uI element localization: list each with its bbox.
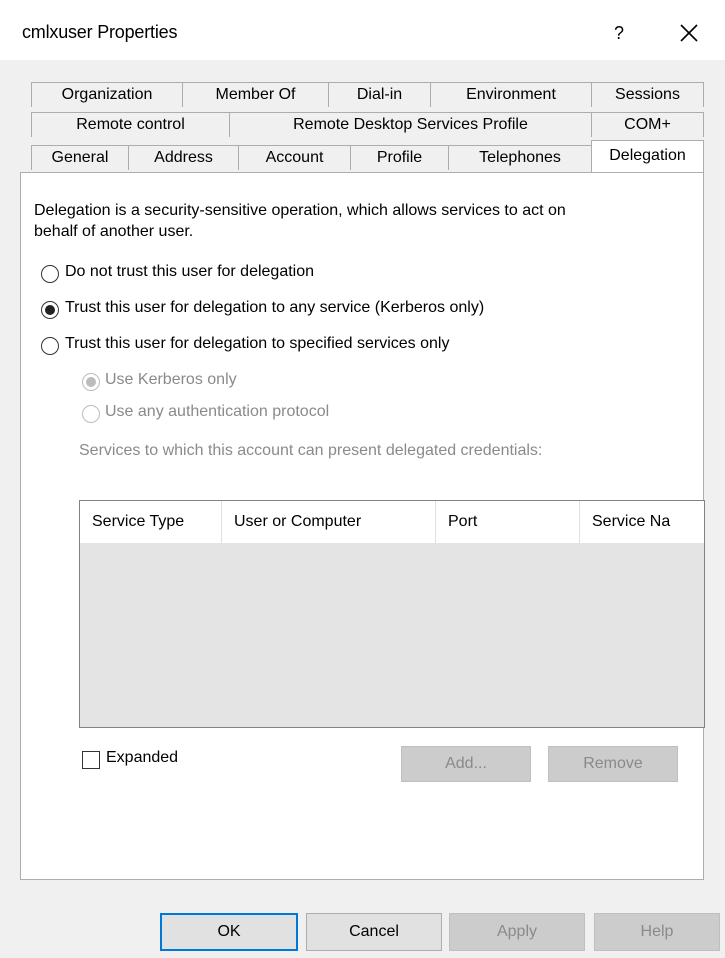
services-label: Services to which this account can prese… <box>79 442 543 459</box>
tab-profile[interactable]: Profile <box>350 145 449 170</box>
tab-organization[interactable]: Organization <box>31 82 183 107</box>
help-button[interactable]: Help <box>594 913 720 951</box>
expanded-label[interactable]: Expanded <box>106 749 178 767</box>
column-service-type[interactable]: Service Type <box>80 501 222 543</box>
column-port[interactable]: Port <box>436 501 580 543</box>
services-list[interactable]: Service Type User or Computer Port Servi… <box>79 500 705 728</box>
tab-account[interactable]: Account <box>238 145 351 170</box>
tab-sessions[interactable]: Sessions <box>591 82 704 107</box>
description-line-1: Delegation is a security-sensitive opera… <box>34 202 566 219</box>
radio-use-kerberos-only[interactable] <box>82 373 100 391</box>
description-line-2: behalf of another user. <box>34 223 194 240</box>
expanded-checkbox[interactable] <box>82 751 100 769</box>
services-list-header: Service Type User or Computer Port Servi… <box>80 501 704 543</box>
cancel-button[interactable]: Cancel <box>306 913 442 951</box>
tab-com-plus[interactable]: COM+ <box>591 112 704 137</box>
column-service-name[interactable]: Service Na <box>580 501 704 543</box>
radio-use-any-protocol[interactable] <box>82 405 100 423</box>
column-user-or-computer[interactable]: User or Computer <box>222 501 436 543</box>
window-title: cmlxuser Properties <box>22 22 178 42</box>
tab-environment[interactable]: Environment <box>430 82 592 107</box>
delegation-panel: Delegation is a security-sensitive opera… <box>20 172 705 880</box>
radio-trust-any-service[interactable] <box>41 301 59 319</box>
tab-address[interactable]: Address <box>128 145 239 170</box>
tab-telephones[interactable]: Telephones <box>448 145 592 170</box>
apply-button[interactable]: Apply <box>449 913 585 951</box>
radio-trust-specified-services[interactable] <box>41 337 59 355</box>
ok-button[interactable]: OK <box>160 913 298 951</box>
close-icon <box>680 24 698 42</box>
tab-general[interactable]: General <box>31 145 129 170</box>
radio-use-any-protocol-label[interactable]: Use any authentication protocol <box>105 403 329 421</box>
radio-do-not-trust[interactable] <box>41 265 59 283</box>
tab-member-of[interactable]: Member Of <box>182 82 329 107</box>
tab-delegation[interactable]: Delegation <box>591 140 704 172</box>
help-question-button[interactable]: ? <box>604 18 634 48</box>
radio-trust-any-service-label[interactable]: Trust this user for delegation to any se… <box>65 299 484 317</box>
tab-remote-control[interactable]: Remote control <box>31 112 230 137</box>
title-bar: cmlxuser Properties ? <box>0 0 725 60</box>
close-button[interactable] <box>672 16 706 50</box>
remove-button[interactable]: Remove <box>548 746 678 782</box>
add-button[interactable]: Add... <box>401 746 531 782</box>
tab-remote-desktop-services-profile[interactable]: Remote Desktop Services Profile <box>229 112 592 137</box>
radio-use-kerberos-only-label[interactable]: Use Kerberos only <box>105 371 237 389</box>
radio-do-not-trust-label[interactable]: Do not trust this user for delegation <box>65 263 314 281</box>
tab-dial-in[interactable]: Dial-in <box>328 82 431 107</box>
radio-trust-specified-services-label[interactable]: Trust this user for delegation to specif… <box>65 335 449 353</box>
